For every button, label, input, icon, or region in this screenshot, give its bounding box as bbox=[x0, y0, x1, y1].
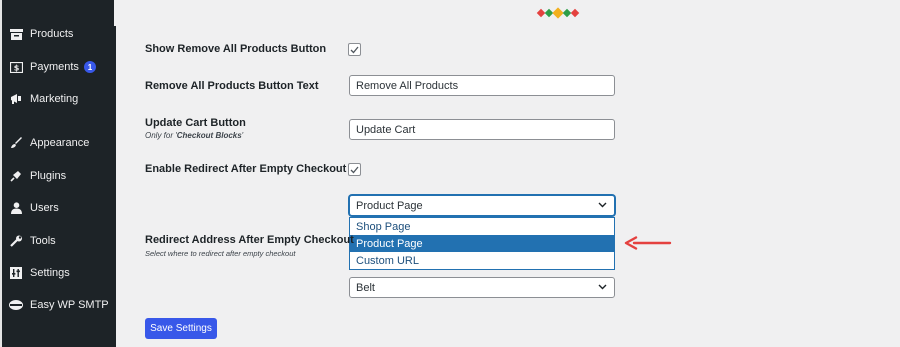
checkmark-icon bbox=[350, 46, 359, 53]
update-cart-input[interactable]: Update Cart bbox=[349, 119, 615, 140]
dropdown-option-shop-page[interactable]: Shop Page bbox=[350, 218, 614, 235]
admin-sidebar: Products $ Payments 1 Marketing Appearan… bbox=[0, 0, 116, 347]
megaphone-icon bbox=[8, 92, 24, 106]
annotation-arrow-icon bbox=[624, 236, 672, 250]
chevron-down-icon bbox=[598, 284, 607, 290]
product-select[interactable]: Belt bbox=[349, 277, 615, 298]
wrench-icon bbox=[8, 234, 24, 248]
sidebar-item-easy-wp-smtp[interactable]: Easy WP SMTP bbox=[8, 295, 112, 315]
sidebar-item-plugins[interactable]: Plugins bbox=[8, 166, 112, 186]
sidebar-item-label: Payments bbox=[30, 61, 79, 73]
plug-icon bbox=[8, 169, 24, 183]
sidebar-item-users[interactable]: Users bbox=[8, 198, 112, 218]
sidebar-item-label: Appearance bbox=[30, 137, 90, 149]
product-select-value: Belt bbox=[356, 281, 375, 294]
remove-all-text-input[interactable]: Remove All Products bbox=[349, 75, 615, 96]
sidebar-item-products[interactable]: Products bbox=[8, 24, 112, 44]
sidebar-item-settings[interactable]: Settings bbox=[8, 263, 112, 283]
sidebar-item-marketing[interactable]: Marketing bbox=[8, 89, 112, 109]
remove-all-text-label: Remove All Products Button Text bbox=[145, 80, 319, 92]
mail-icon bbox=[8, 298, 24, 312]
paintbrush-icon bbox=[8, 136, 24, 150]
update-cart-label: Update Cart Button bbox=[145, 117, 246, 129]
notification-badge: 1 bbox=[83, 61, 96, 73]
svg-text:$: $ bbox=[13, 63, 19, 72]
sidebar-item-label: Plugins bbox=[30, 170, 67, 182]
sidebar-item-payments[interactable]: $ Payments 1 bbox=[8, 57, 112, 77]
enable-redirect-checkbox[interactable] bbox=[348, 163, 361, 176]
sidebar-item-label: Marketing bbox=[30, 93, 79, 105]
update-cart-note: Only for 'Checkout Blocks' bbox=[145, 131, 244, 140]
user-icon bbox=[8, 201, 24, 215]
sidebar-item-label: Settings bbox=[30, 267, 70, 279]
redirect-address-description: Select where to redirect after empty che… bbox=[145, 249, 296, 258]
redirect-address-label: Redirect Address After Empty Checkout bbox=[145, 234, 354, 246]
redirect-address-select[interactable]: Product Page bbox=[349, 195, 615, 216]
show-remove-all-checkbox[interactable] bbox=[348, 43, 361, 56]
brand-logo-icon bbox=[536, 7, 580, 19]
dropdown-option-custom-url[interactable]: Custom URL bbox=[350, 252, 614, 269]
dropdown-option-product-page[interactable]: Product Page bbox=[350, 235, 614, 252]
redirect-address-selected: Product Page bbox=[356, 199, 423, 212]
sidebar-item-label: Users bbox=[30, 202, 59, 214]
sidebar-item-label: Easy WP SMTP bbox=[30, 299, 109, 311]
payments-icon: $ bbox=[8, 60, 24, 74]
save-settings-button[interactable]: Save Settings bbox=[145, 318, 217, 339]
archive-icon bbox=[8, 27, 24, 41]
top-bar bbox=[114, 0, 900, 26]
sidebar-item-appearance[interactable]: Appearance bbox=[8, 133, 112, 153]
sidebar-item-label: Products bbox=[30, 28, 74, 40]
sidebar-item-tools[interactable]: Tools bbox=[8, 231, 112, 251]
settings-sliders-icon bbox=[8, 266, 24, 280]
checkmark-icon bbox=[350, 166, 359, 173]
show-remove-all-label: Show Remove All Products Button bbox=[145, 43, 327, 55]
chevron-down-icon bbox=[598, 202, 607, 208]
redirect-address-dropdown: Shop Page Product Page Custom URL bbox=[349, 217, 615, 270]
enable-redirect-label: Enable Redirect After Empty Checkout bbox=[145, 163, 347, 175]
sidebar-item-label: Tools bbox=[30, 235, 56, 247]
wp-admin-frame: Products $ Payments 1 Marketing Appearan… bbox=[0, 0, 900, 347]
